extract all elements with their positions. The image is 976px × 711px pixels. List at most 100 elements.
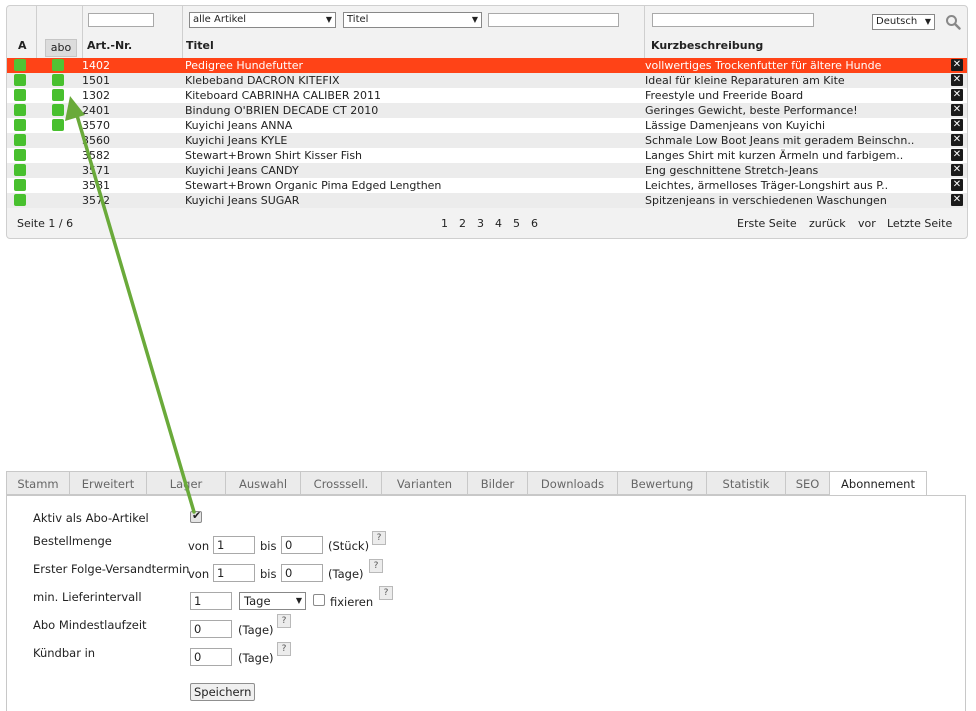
column-header-art-nr[interactable]: Art.-Nr. — [87, 39, 132, 52]
language-select[interactable]: Deutsch ▼ — [872, 14, 935, 30]
description-filter-input[interactable] — [652, 13, 814, 27]
tab-crosssell[interactable]: Crosssell. — [300, 471, 382, 495]
folge-von-label: von — [188, 567, 210, 581]
first-page-link[interactable]: Erste Seite — [737, 217, 797, 230]
help-icon[interactable]: ? — [372, 531, 386, 545]
help-icon[interactable]: ? — [379, 586, 393, 600]
lieferintervall-label: min. Lieferintervall — [33, 590, 142, 604]
abo-status-icon[interactable] — [52, 59, 64, 71]
field-select[interactable]: Titel ▼ — [343, 12, 482, 28]
delete-icon[interactable]: ✕ — [951, 119, 963, 131]
page-link-5[interactable]: 5 — [513, 217, 520, 230]
tab-bilder[interactable]: Bilder — [467, 471, 528, 495]
delete-icon[interactable]: ✕ — [951, 74, 963, 86]
tab-abonnement[interactable]: Abonnement — [829, 471, 927, 497]
previous-page-link[interactable]: zurück — [809, 217, 846, 230]
article-filter-select[interactable]: alle Artikel ▼ — [189, 12, 336, 28]
abo-status-icon[interactable] — [52, 89, 64, 101]
bestellmenge-von-input[interactable]: 1 — [213, 536, 255, 554]
lieferintervall-unit-value: Tage — [244, 594, 271, 608]
mindestlaufzeit-unit: (Tage) — [238, 623, 274, 637]
table-row[interactable]: 3582 Stewart+Brown Shirt Kisser Fish Lange… — [7, 148, 967, 163]
lieferintervall-input[interactable]: 1 — [190, 592, 232, 610]
art-nr-filter-input[interactable] — [88, 13, 154, 27]
active-status-icon[interactable] — [14, 194, 26, 206]
delete-icon[interactable]: ✕ — [951, 194, 963, 206]
delete-icon[interactable]: ✕ — [951, 59, 963, 71]
active-status-icon[interactable] — [14, 104, 26, 116]
column-header-abo[interactable]: abo — [45, 39, 77, 57]
tab-statistik[interactable]: Statistik — [706, 471, 786, 495]
bestellmenge-von-label: von — [188, 539, 210, 553]
tab-lager[interactable]: Lager — [146, 471, 226, 495]
page-link-3[interactable]: 3 — [477, 217, 484, 230]
title-filter-input[interactable] — [488, 13, 619, 27]
kuendbar-label: Kündbar in — [33, 646, 96, 660]
page-link-1[interactable]: 1 — [441, 217, 448, 230]
table-row[interactable]: 1402 Pedigree Hundefutter vollwertiges Tro… — [7, 58, 967, 73]
active-status-icon[interactable] — [14, 89, 26, 101]
last-page-link[interactable]: Letzte Seite — [887, 217, 952, 230]
folge-von-input[interactable]: 1 — [213, 564, 255, 582]
column-header-kurzbeschreibung[interactable]: Kurzbeschreibung — [651, 39, 763, 52]
active-status-icon[interactable] — [14, 164, 26, 176]
active-status-icon[interactable] — [14, 179, 26, 191]
dropdown-arrow-icon: ▼ — [471, 15, 478, 24]
aktiv-checkbox[interactable] — [190, 509, 202, 523]
table-row[interactable]: 1501 Klebeband DACRON KITEFIX Ideal für kl… — [7, 73, 967, 88]
delete-icon[interactable]: ✕ — [951, 104, 963, 116]
abo-status-icon[interactable] — [52, 104, 64, 116]
table-row[interactable]: 3572 Kuyichi Jeans SUGAR Spitzenjeans in v… — [7, 193, 967, 208]
folge-bis-label: bis — [260, 567, 277, 581]
active-status-icon[interactable] — [14, 59, 26, 71]
help-icon[interactable]: ? — [369, 559, 383, 573]
table-row[interactable]: 3570 Kuyichi Jeans ANNA Lässige Damenjeans… — [7, 118, 967, 133]
tab-auswahl[interactable]: Auswahl — [225, 471, 301, 495]
titel-cell: Stewart+Brown Shirt Kisser Fish — [185, 149, 363, 162]
help-icon[interactable]: ? — [277, 614, 291, 628]
column-header-titel[interactable]: Titel — [186, 39, 214, 52]
table-row[interactable]: 3571 Kuyichi Jeans CANDY Eng geschnittene … — [7, 163, 967, 178]
tab-seo[interactable]: SEO — [785, 471, 830, 495]
fixieren-checkbox[interactable] — [313, 594, 325, 606]
tab-bewertung[interactable]: Bewertung — [617, 471, 707, 495]
delete-icon[interactable]: ✕ — [951, 179, 963, 191]
delete-icon[interactable]: ✕ — [951, 134, 963, 146]
page-link-2[interactable]: 2 — [459, 217, 466, 230]
table-row[interactable]: 1302 Kiteboard CABRINHA CALIBER 2011 Frees… — [7, 88, 967, 103]
tab-erweitert[interactable]: Erweitert — [69, 471, 147, 495]
language-select-value: Deutsch — [876, 16, 918, 27]
tab-stamm[interactable]: Stamm — [6, 471, 70, 495]
tab-varianten[interactable]: Varianten — [381, 471, 468, 495]
page-link-4[interactable]: 4 — [495, 217, 502, 230]
folge-bis-input[interactable]: 0 — [281, 564, 323, 582]
table-row[interactable]: 3560 Kuyichi Jeans KYLE Schmale Low Boot J… — [7, 133, 967, 148]
table-row[interactable]: 2401 Bindung O'BRIEN DECADE CT 2010 Gering… — [7, 103, 967, 118]
active-status-icon[interactable] — [14, 119, 26, 131]
active-status-icon[interactable] — [14, 149, 26, 161]
page-link-6[interactable]: 6 — [531, 217, 538, 230]
beschreibung-cell: Lässige Damenjeans von Kuyichi — [645, 119, 826, 132]
folge-unit: (Tage) — [328, 567, 364, 581]
active-status-icon[interactable] — [14, 74, 26, 86]
abo-status-icon[interactable] — [52, 119, 64, 131]
kuendbar-input[interactable]: 0 — [190, 648, 232, 666]
bestellmenge-unit: (Stück) — [328, 539, 370, 553]
search-icon[interactable] — [945, 14, 961, 30]
delete-icon[interactable]: ✕ — [951, 149, 963, 161]
next-page-link[interactable]: vor — [858, 217, 876, 230]
mindestlaufzeit-input[interactable]: 0 — [190, 620, 232, 638]
save-button[interactable]: Speichern — [190, 683, 256, 701]
delete-icon[interactable]: ✕ — [951, 89, 963, 101]
tab-downloads[interactable]: Downloads — [527, 471, 618, 495]
table-row[interactable]: 3581 Stewart+Brown Organic Pima Edged Len… — [7, 178, 967, 193]
abo-status-icon[interactable] — [52, 74, 64, 86]
delete-icon[interactable]: ✕ — [951, 164, 963, 176]
active-status-icon[interactable] — [14, 134, 26, 146]
art-nr-cell: 3582 — [82, 149, 110, 162]
help-icon[interactable]: ? — [277, 642, 291, 656]
bestellmenge-bis-input[interactable]: 0 — [281, 536, 323, 554]
column-header-a[interactable]: A — [18, 39, 27, 52]
lieferintervall-unit-select[interactable]: Tage ▼ — [239, 592, 306, 610]
pager-bar: Seite 1 / 6 1 2 3 4 5 6 Erste Seite zurü… — [7, 209, 967, 238]
